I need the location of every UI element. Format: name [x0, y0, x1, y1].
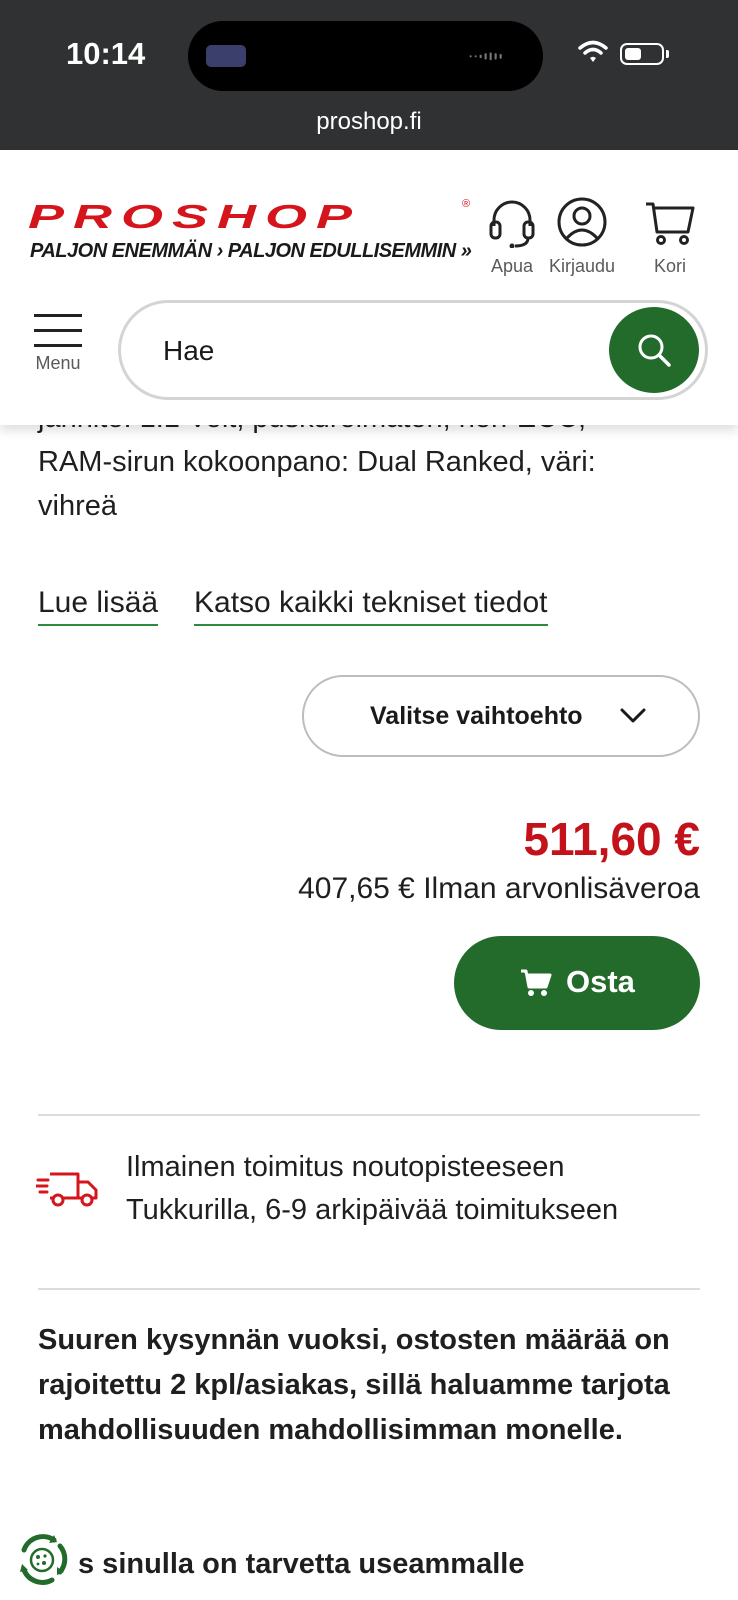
logo-wordmark: PROSHOP: [28, 198, 362, 236]
purchase-limit-notice-continued: s sinulla on tarvetta useammalle: [78, 1548, 525, 1580]
all-specs-link[interactable]: Katso kaikki tekniset tiedot: [194, 586, 548, 626]
price-excluding-vat: 407,65 € Ilman arvonlisäveroa: [298, 872, 700, 905]
help-button[interactable]: Apua: [474, 196, 550, 277]
audio-wave-icon: [469, 52, 502, 61]
purchase-limit-notice: Suuren kysynnän vuoksi, ostosten määrää …: [38, 1324, 670, 1446]
media-thumbnail: [206, 45, 246, 67]
shipping-line-1: Ilmainen toimitus noutopisteeseen: [126, 1151, 565, 1183]
variant-select-label: Valitse vaihtoehto: [370, 702, 583, 730]
logo-tagline: PALJON ENEMMÄN › PALJON EDULLISEMMIN »: [30, 240, 472, 262]
divider: [38, 1288, 700, 1290]
search-input[interactable]: [161, 323, 585, 379]
help-label: Apua: [490, 256, 534, 276]
cookie-settings-button[interactable]: [14, 1532, 70, 1588]
delivery-truck-icon: [36, 1172, 98, 1207]
cart-icon: [646, 202, 695, 245]
hamburger-icon: [30, 310, 86, 347]
headset-icon: [489, 200, 535, 248]
site-header: PROSHOP ® PALJON ENEMMÄN › PALJON EDULLI…: [0, 150, 738, 425]
wifi-icon: [578, 40, 608, 62]
battery-icon: [620, 43, 664, 65]
cookie-settings-icon: [20, 1534, 68, 1585]
description-line-3: vihreä: [38, 490, 117, 522]
divider: [38, 1114, 700, 1116]
search-bar: [118, 300, 708, 400]
menu-button[interactable]: Menu: [30, 310, 86, 374]
menu-label: Menu: [35, 353, 81, 373]
user-icon: [557, 197, 607, 247]
dynamic-island: [188, 21, 543, 91]
read-more-link[interactable]: Lue lisää: [38, 586, 159, 626]
logo-registered-mark: ®: [462, 198, 471, 210]
battery-tip: [666, 50, 669, 58]
product-price: 511,60 €: [523, 813, 700, 865]
status-bar: 10:14 proshop.fi: [0, 0, 738, 150]
status-time: 10:14: [66, 36, 146, 71]
chevron-down-icon: [620, 708, 646, 723]
login-button[interactable]: Kirjaudu: [544, 196, 620, 277]
shipping-line-2: Tukkurilla, 6-9 arkipäivää toimitukseen: [126, 1194, 619, 1226]
cart-label: Kori: [653, 256, 686, 276]
address-bar-url[interactable]: proshop.fi: [0, 108, 738, 136]
cart-icon: [521, 969, 552, 996]
buy-button[interactable]: Osta: [454, 936, 700, 1030]
login-label: Kirjaudu: [548, 256, 616, 276]
description-line-2: RAM-sirun kokoonpano: Dual Ranked, väri:: [38, 446, 596, 478]
search-icon: [638, 334, 671, 367]
variant-select-button[interactable]: Valitse vaihtoehto: [302, 675, 700, 757]
search-button[interactable]: [609, 307, 699, 393]
shipping-info: Ilmainen toimitus noutopisteeseen Tukkur…: [126, 1146, 716, 1232]
buy-label: Osta: [566, 964, 635, 999]
cart-button[interactable]: Kori: [632, 196, 708, 277]
proshop-logo[interactable]: PROSHOP ® PALJON ENEMMÄN › PALJON EDULLI…: [28, 198, 472, 262]
